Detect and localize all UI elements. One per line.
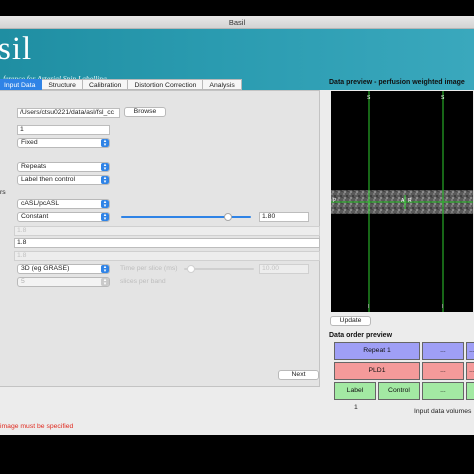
browse-button[interactable]: Browse	[124, 107, 166, 117]
orient-label-i2: I	[442, 304, 444, 310]
bolus-duration-list-field: 1.8	[14, 226, 320, 236]
window-title: Basil	[0, 16, 474, 29]
chevron-updown-icon: ▴ ▾	[101, 265, 109, 273]
num-plds-field[interactable]: 1	[17, 125, 110, 135]
bolus-duration-select[interactable]: Constant ▴ ▾	[17, 212, 110, 222]
labelling-value: cASL/pcASL	[21, 200, 60, 207]
time-per-slice-field: 10.00	[259, 264, 309, 274]
order-cell-pld: PLD1	[334, 362, 420, 380]
bolus-slider-handle[interactable]	[223, 213, 232, 221]
orient-label-r: R	[408, 198, 412, 204]
perfusion-preview-image[interactable]: S S P A R I I	[331, 91, 473, 312]
time-per-slice-slider-handle	[187, 265, 195, 273]
bolus-duration-value: Constant	[21, 213, 49, 220]
input-volumes-label: Input data volumes	[414, 408, 472, 415]
tab-distortion-correction[interactable]: Distortion Correction	[128, 79, 204, 90]
app-logo: sil	[0, 31, 33, 67]
chevron-updown-icon: ▴ ▾	[101, 163, 109, 171]
chevron-updown-icon: ▴ ▾	[101, 176, 109, 184]
update-button[interactable]: Update	[330, 316, 371, 326]
data-order-grid: Repeat 1 ... ... PLD1 ... ... Label Cont…	[331, 341, 474, 404]
chevron-updown-icon: ▴ ▾	[101, 213, 109, 221]
data-order-select[interactable]: Repeats ▴ ▾	[17, 162, 110, 172]
orient-label-p: P	[333, 198, 337, 204]
chevron-updown-icon: ▴ ▾	[101, 278, 109, 286]
data-order-preview-title: Data order preview	[329, 332, 393, 339]
slices-per-band-label: slices per band	[120, 278, 166, 285]
slices-per-band-select: 5 ▴ ▾	[17, 277, 110, 287]
data-order-value: Repeats	[21, 163, 47, 170]
chevron-updown-icon: ▴ ▾	[101, 200, 109, 208]
preview-title: Data preview - perfusion weighted image	[329, 79, 465, 86]
order-cell-ellipsis: ...	[466, 362, 474, 380]
order-cell-label: Label	[334, 382, 376, 400]
order-cell-edge	[466, 382, 474, 400]
pld-mode-select[interactable]: Fixed ▴ ▾	[17, 138, 110, 148]
tab-analysis[interactable]: Analysis	[203, 79, 242, 90]
acquisition-parameters-heading: rs	[0, 189, 6, 196]
slices-per-band-value: 5	[21, 278, 25, 285]
orient-label-s1: S	[367, 95, 371, 101]
input-file-field[interactable]: /Users/ctsu0221/data/asl/fsl_cc	[17, 108, 120, 118]
order-cell-ellipsis: ...	[422, 382, 464, 400]
tab-input-data[interactable]: Input Data	[0, 79, 43, 90]
time-per-slice-label: Time per slice (ms)	[120, 265, 178, 272]
tc-pairs-select[interactable]: Label then control ▴ ▾	[17, 175, 110, 185]
order-cell-control: Control	[378, 382, 420, 400]
pld-list-field[interactable]: 1.8	[14, 238, 320, 248]
orient-label-s2: S	[441, 95, 445, 101]
order-cell-repeat: Repeat 1	[334, 342, 420, 360]
extra-list-field: 1.8	[14, 251, 320, 261]
pld-mode-value: Fixed	[21, 139, 38, 146]
orient-label-a: A	[401, 198, 405, 204]
tab-bar: Input Data Structure Calibration Distort…	[0, 79, 242, 90]
next-button[interactable]: Next	[278, 370, 319, 380]
readout-value: 3D (eg GRASE)	[21, 265, 70, 272]
chevron-updown-icon: ▴ ▾	[101, 139, 109, 147]
bolus-duration-field[interactable]: 1.80	[259, 212, 309, 222]
order-cell-ellipsis: ...	[422, 342, 464, 360]
volume-index-label: 1	[354, 404, 358, 411]
error-message: image must be specified	[0, 423, 74, 430]
tc-pairs-value: Label then control	[21, 176, 76, 183]
orient-label-i1: I	[368, 304, 370, 310]
order-cell-ellipsis: ...	[422, 362, 464, 380]
order-cell-ellipsis: ...	[466, 342, 474, 360]
tab-calibration[interactable]: Calibration	[82, 79, 129, 90]
readout-select[interactable]: 3D (eg GRASE) ▴ ▾	[17, 264, 110, 274]
tab-structure[interactable]: Structure	[42, 79, 83, 90]
labelling-select[interactable]: cASL/pcASL ▴ ▾	[17, 199, 110, 209]
